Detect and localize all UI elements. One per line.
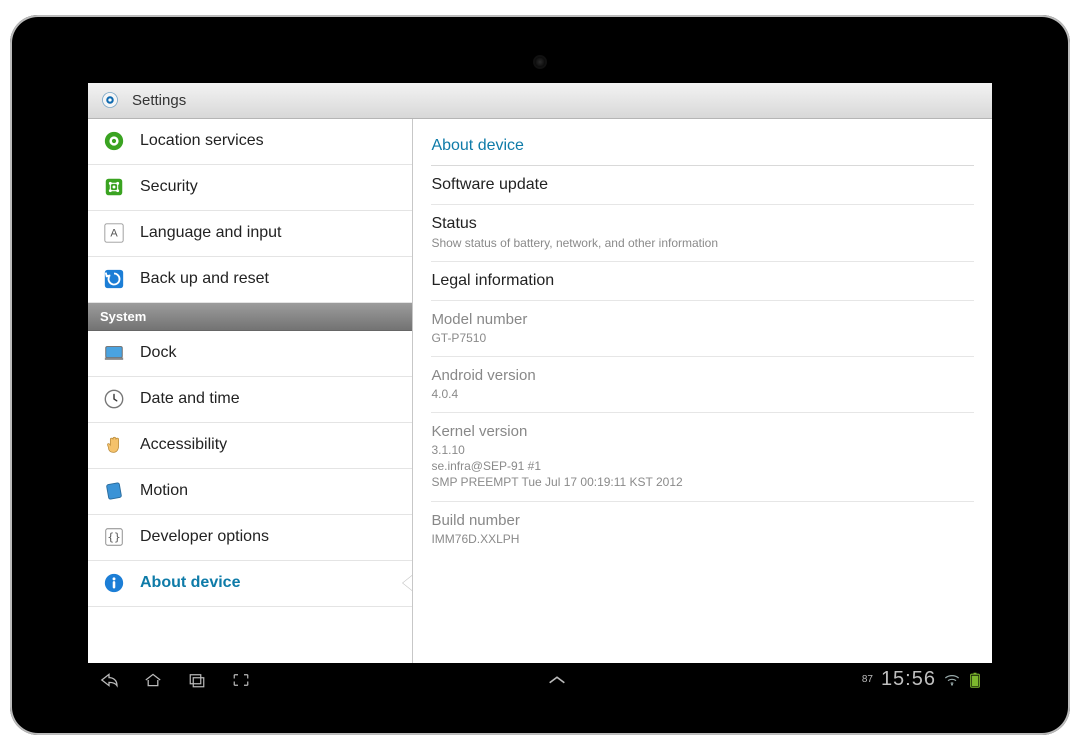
sidebar-item-accessibility[interactable]: Accessibility — [88, 423, 412, 469]
sidebar-item-datetime[interactable]: Date and time — [88, 377, 412, 423]
location-icon — [102, 129, 126, 153]
sidebar-item-label: Date and time — [140, 390, 240, 408]
svg-text:A: A — [110, 228, 118, 240]
app-title: Settings — [132, 92, 186, 109]
detail-header: About device — [431, 129, 974, 166]
sidebar-item-location[interactable]: Location services — [88, 119, 412, 165]
recent-apps-button[interactable] — [186, 672, 208, 688]
content-area: Location services Security A Language an… — [88, 119, 992, 663]
sidebar-item-about[interactable]: About device — [88, 561, 412, 607]
row-model-number: Model number GT-P7510 — [431, 301, 974, 357]
dock-icon — [102, 341, 126, 365]
system-navbar: 87 15:56 — [88, 663, 992, 697]
expand-button[interactable] — [546, 674, 568, 686]
sidebar-item-dock[interactable]: Dock — [88, 331, 412, 377]
selection-caret — [403, 575, 413, 591]
row-software-update[interactable]: Software update — [431, 166, 974, 205]
svg-text:{}: {} — [107, 531, 120, 544]
sidebar-item-label: Developer options — [140, 528, 269, 546]
row-android-version: Android version 4.0.4 — [431, 357, 974, 413]
security-icon — [102, 175, 126, 199]
motion-icon — [102, 479, 126, 503]
detail-panel: About device Software update Status Show… — [413, 119, 992, 663]
sidebar-item-label: Language and input — [140, 224, 281, 242]
tablet-frame: Settings Location services Securit — [10, 15, 1070, 735]
sidebar-item-label: Motion — [140, 482, 188, 500]
battery-icon[interactable] — [968, 672, 982, 688]
screen: Settings Location services Securit — [88, 83, 992, 697]
sidebar-item-label: Location services — [140, 132, 264, 150]
screenshot-button[interactable] — [230, 672, 252, 688]
row-legal[interactable]: Legal information — [431, 262, 974, 301]
sidebar: Location services Security A Language an… — [88, 119, 413, 663]
hand-icon — [102, 433, 126, 457]
sidebar-section-system: System — [88, 303, 412, 331]
row-build-number: Build number IMM76D.XXLPH — [431, 502, 974, 557]
titlebar: Settings — [88, 83, 992, 119]
front-camera — [535, 57, 545, 67]
sidebar-item-label: Dock — [140, 344, 176, 362]
row-kernel-version: Kernel version 3.1.10 se.infra@SEP-91 #1… — [431, 413, 974, 502]
home-button[interactable] — [142, 672, 164, 688]
sidebar-item-label: About device — [140, 574, 240, 592]
sidebar-item-security[interactable]: Security — [88, 165, 412, 211]
settings-icon — [98, 88, 122, 112]
sidebar-item-label: Security — [140, 178, 198, 196]
backup-icon — [102, 267, 126, 291]
sidebar-item-language[interactable]: A Language and input — [88, 211, 412, 257]
back-button[interactable] — [98, 672, 120, 688]
sidebar-item-label: Back up and reset — [140, 270, 269, 288]
sidebar-item-label: Accessibility — [140, 436, 227, 454]
battery-percent: 87 — [862, 674, 873, 685]
info-icon — [102, 571, 126, 595]
sidebar-item-backup[interactable]: Back up and reset — [88, 257, 412, 303]
sidebar-item-motion[interactable]: Motion — [88, 469, 412, 515]
developer-icon: {} — [102, 525, 126, 549]
wifi-icon[interactable] — [944, 673, 960, 687]
row-status[interactable]: Status Show status of battery, network, … — [431, 205, 974, 262]
sidebar-item-developer[interactable]: {} Developer options — [88, 515, 412, 561]
clock-time[interactable]: 15:56 — [881, 668, 936, 691]
language-icon: A — [102, 221, 126, 245]
clock-icon — [102, 387, 126, 411]
